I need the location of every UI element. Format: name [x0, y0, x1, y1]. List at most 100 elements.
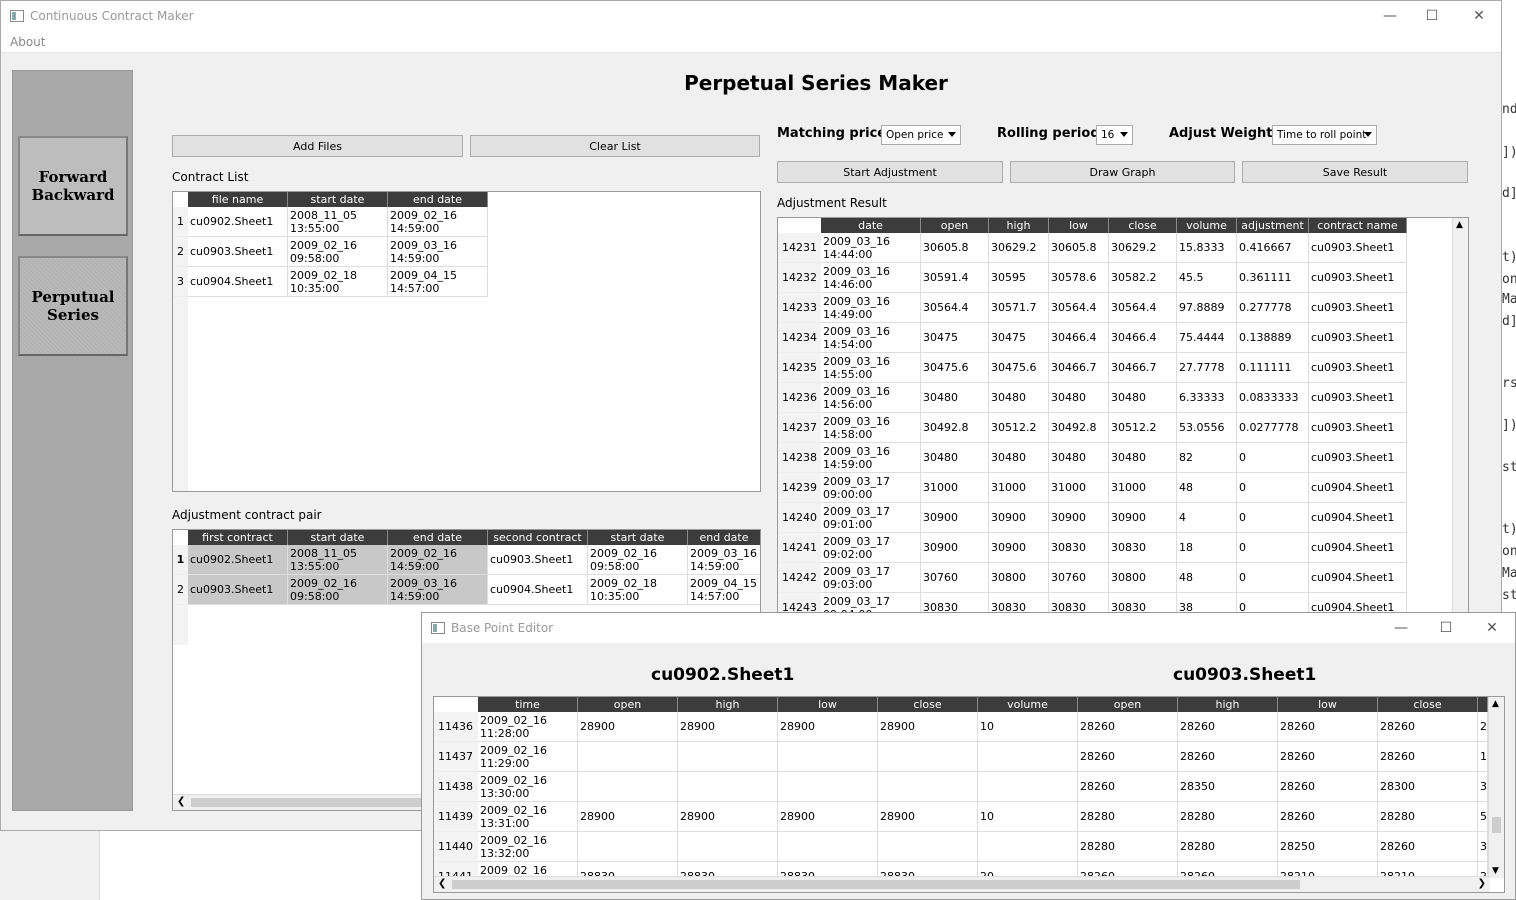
- table-cell[interactable]: 28900: [678, 802, 778, 831]
- row-number[interactable]: 14232: [778, 263, 821, 293]
- table-cell[interactable]: [878, 772, 978, 801]
- table-cell[interactable]: cu0903.Sheet1: [1309, 263, 1407, 292]
- column-header[interactable]: close: [1109, 218, 1177, 233]
- table-cell[interactable]: cu0904.Sheet1: [488, 575, 588, 604]
- column-header[interactable]: close: [1378, 697, 1478, 712]
- clear-list-button[interactable]: Clear List: [470, 135, 760, 157]
- row-number[interactable]: 14236: [778, 383, 821, 413]
- table-cell[interactable]: 15.8333: [1177, 233, 1237, 262]
- table-cell[interactable]: [778, 772, 878, 801]
- table-cell[interactable]: 3: [1478, 832, 1488, 861]
- scroll-thumb[interactable]: [1492, 817, 1501, 833]
- table-cell[interactable]: 48: [1177, 473, 1237, 502]
- table-row[interactable]: 2009_03_16 14:56:00 30480 30480 30480 30480 6.…: [821, 383, 1407, 413]
- table-cell[interactable]: cu0904.Sheet1: [1309, 503, 1407, 532]
- table-cell[interactable]: [978, 832, 1078, 861]
- table-cell[interactable]: 30760: [1049, 563, 1109, 592]
- base-point-table[interactable]: time open high low close volume open high low clo…: [433, 696, 1505, 893]
- table-cell[interactable]: 0: [1237, 473, 1309, 502]
- table-cell[interactable]: 2009_03_16 14:49:00: [821, 293, 921, 322]
- table-cell[interactable]: 30512.2: [989, 413, 1049, 442]
- table-cell[interactable]: 2009_02_16 13:31:00: [478, 802, 578, 831]
- table-row[interactable]: 2009_03_16 14:54:00 30475 30475 30466.4 30466…: [821, 323, 1407, 353]
- row-number[interactable]: 1: [173, 545, 188, 575]
- table-cell[interactable]: 28250: [1278, 832, 1378, 861]
- table-cell[interactable]: cu0904.Sheet1: [1309, 473, 1407, 502]
- row-number[interactable]: 11436: [434, 712, 478, 742]
- start-adjustment-button[interactable]: Start Adjustment: [777, 161, 1003, 183]
- table-cell[interactable]: 30578.6: [1049, 263, 1109, 292]
- table-cell[interactable]: 28260: [1278, 712, 1378, 741]
- column-header[interactable]: second contract: [488, 530, 588, 545]
- horizontal-scrollbar[interactable]: ❮ ❯: [434, 876, 1490, 892]
- column-header[interactable]: high: [1178, 697, 1278, 712]
- table-cell[interactable]: cu0903.Sheet1: [1309, 443, 1407, 472]
- table-cell[interactable]: 2009_02_16 09:58:00: [588, 545, 688, 574]
- matching-price-select[interactable]: Open price: [881, 125, 961, 145]
- column-header[interactable]: open: [1078, 697, 1178, 712]
- table-cell[interactable]: 30760: [921, 563, 989, 592]
- row-number[interactable]: 14238: [778, 443, 821, 473]
- table-cell[interactable]: cu0903.Sheet1: [188, 237, 288, 266]
- table-cell[interactable]: 28900: [878, 712, 978, 741]
- table-cell[interactable]: 0.277778: [1237, 293, 1309, 322]
- table-cell[interactable]: 2009_02_16 14:59:00: [388, 545, 488, 574]
- table-cell[interactable]: 28280: [1178, 802, 1278, 831]
- table-row[interactable]: 2009_03_16 14:58:00 30492.8 30512.2 30492.8 3…: [821, 413, 1407, 443]
- table-cell[interactable]: 30900: [1109, 503, 1177, 532]
- table-cell[interactable]: 30475: [921, 323, 989, 352]
- table-cell[interactable]: 30900: [989, 503, 1049, 532]
- table-cell[interactable]: 28260: [1278, 742, 1378, 771]
- add-files-button[interactable]: Add Files: [172, 135, 463, 157]
- table-cell[interactable]: 30466.4: [1109, 323, 1177, 352]
- row-number[interactable]: 14234: [778, 323, 821, 353]
- table-cell[interactable]: 28900: [778, 712, 878, 741]
- table-cell[interactable]: 0: [1237, 563, 1309, 592]
- draw-graph-button[interactable]: Draw Graph: [1010, 161, 1235, 183]
- table-cell[interactable]: 28260: [1278, 772, 1378, 801]
- table-cell[interactable]: 28260: [1078, 712, 1178, 741]
- table-cell[interactable]: 0: [1237, 503, 1309, 532]
- table-cell[interactable]: 30466.7: [1049, 353, 1109, 382]
- table-row[interactable]: 2009_03_16 14:46:00 30591.4 30595 30578.6 305…: [821, 263, 1407, 293]
- table-cell[interactable]: 28280: [1078, 802, 1178, 831]
- row-number[interactable]: 11438: [434, 772, 478, 802]
- table-cell[interactable]: 0.0833333: [1237, 383, 1309, 412]
- table-cell[interactable]: 2008_11_05 13:55:00: [288, 545, 388, 574]
- minimize-icon[interactable]: —: [1367, 1, 1413, 31]
- row-number[interactable]: 14235: [778, 353, 821, 383]
- scroll-right-icon[interactable]: ❯: [1478, 878, 1486, 889]
- table-cell[interactable]: 28280: [1078, 832, 1178, 861]
- table-cell[interactable]: [878, 832, 978, 861]
- table-cell[interactable]: 30564.4: [1049, 293, 1109, 322]
- table-cell[interactable]: cu0903.Sheet1: [1309, 383, 1407, 412]
- table-row[interactable]: 2009_03_17 09:01:00 30900 30900 30900 30900 4 0…: [821, 503, 1407, 533]
- table-cell[interactable]: 30830: [1109, 533, 1177, 562]
- table-cell[interactable]: 75.4444: [1177, 323, 1237, 352]
- table-cell[interactable]: 2009_04_15 14:57:00: [388, 267, 488, 296]
- table-cell[interactable]: cu0904.Sheet1: [1309, 563, 1407, 592]
- table-cell[interactable]: [678, 772, 778, 801]
- table-cell[interactable]: 2009_02_16 13:30:00: [478, 772, 578, 801]
- column-header[interactable]: end date: [388, 530, 488, 545]
- table-cell[interactable]: 97.8889: [1177, 293, 1237, 322]
- table-row[interactable]: cu0902.Sheet1 2008_11_05 13:55:00 2009_02_1…: [188, 545, 760, 575]
- table-cell[interactable]: 30605.8: [921, 233, 989, 262]
- table-cell[interactable]: 0.0277778: [1237, 413, 1309, 442]
- maximize-icon[interactable]: ☐: [1409, 1, 1455, 31]
- table-cell[interactable]: [778, 832, 878, 861]
- table-cell[interactable]: 28900: [578, 802, 678, 831]
- table-cell[interactable]: 30480: [1109, 443, 1177, 472]
- table-cell[interactable]: 30800: [989, 563, 1049, 592]
- table-cell[interactable]: 30475.6: [921, 353, 989, 382]
- table-cell[interactable]: [978, 742, 1078, 771]
- table-cell[interactable]: [578, 742, 678, 771]
- scroll-down-icon[interactable]: ▼: [1492, 866, 1499, 876]
- table-cell[interactable]: 31000: [921, 473, 989, 502]
- row-number[interactable]: 14239: [778, 473, 821, 503]
- table-cell[interactable]: 30595: [989, 263, 1049, 292]
- table-cell[interactable]: 2008_11_05 13:55:00: [288, 207, 388, 236]
- table-row[interactable]: 2009_03_16 14:55:00 30475.6 30475.6 30466.7 3…: [821, 353, 1407, 383]
- table-cell[interactable]: cu0903.Sheet1: [1309, 413, 1407, 442]
- column-header[interactable]: end date: [388, 192, 488, 207]
